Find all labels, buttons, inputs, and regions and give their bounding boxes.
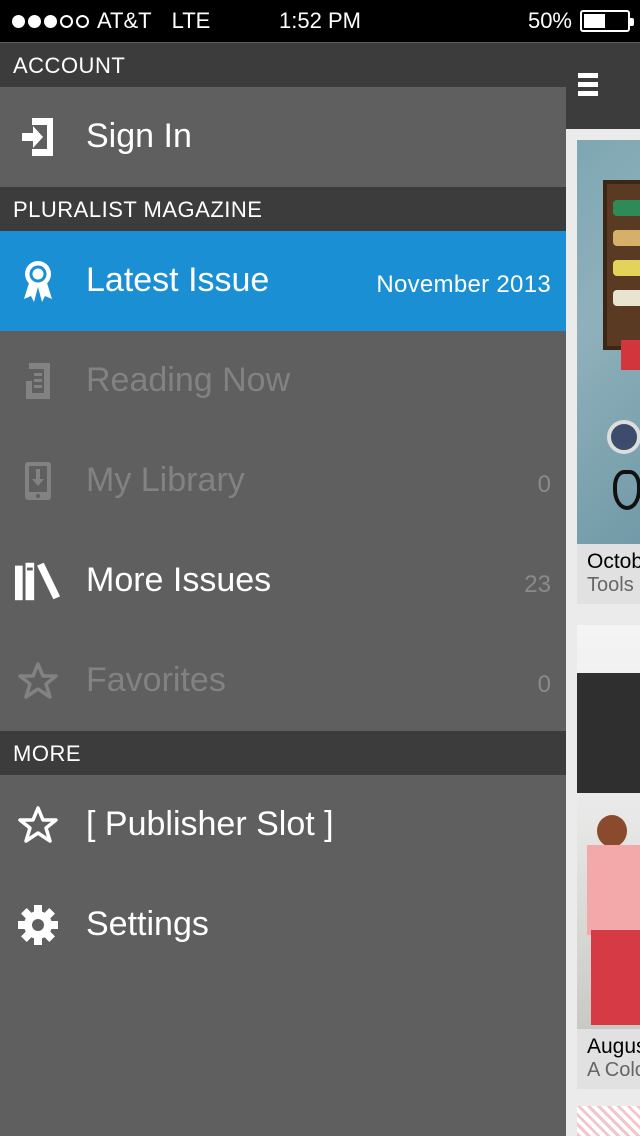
menu-item-label: Reading Now	[86, 361, 291, 399]
menu-item-more-issues[interactable]: More Issues 23	[0, 531, 566, 631]
latest-issue-date: November 2013	[376, 271, 551, 298]
issue-subtitle: A Colo	[587, 1059, 640, 1081]
issue-title: Octob	[587, 550, 640, 573]
menu-item-label: Favorites	[86, 661, 226, 699]
ribbon-award-icon	[14, 259, 62, 303]
menu-item-publisher-slot[interactable]: [ Publisher Slot ]	[0, 775, 566, 875]
section-header-magazine: PLURALIST MAGAZINE	[0, 187, 566, 231]
menu-item-label: Settings	[86, 905, 209, 943]
favorites-count: 0	[537, 671, 551, 698]
issue-caption: Octob Tools	[577, 544, 640, 604]
battery-icon	[580, 10, 634, 32]
device-download-icon	[14, 459, 62, 503]
content-pane[interactable]: Octob Tools Augus A Colo	[566, 43, 640, 1136]
issue-caption: Augus A Colo	[577, 1029, 640, 1089]
menu-item-label: More Issues	[86, 561, 272, 599]
menu-item-reading-now[interactable]: Reading Now	[0, 331, 566, 431]
issue-title: Augus	[587, 1035, 640, 1058]
gear-icon	[14, 903, 62, 947]
menu-item-label: My Library	[86, 461, 245, 499]
menu-item-my-library[interactable]: My Library 0	[0, 431, 566, 531]
menu-item-favorites[interactable]: Favorites 0	[0, 631, 566, 731]
battery-status: 50%	[527, 8, 634, 34]
section-header-account: ACCOUNT	[0, 43, 566, 87]
issue-cover-image	[577, 140, 640, 544]
sign-in-icon	[14, 115, 62, 159]
my-library-count: 0	[537, 471, 551, 498]
section-header-more: MORE	[0, 731, 566, 775]
menu-item-sign-in[interactable]: Sign In	[0, 87, 566, 187]
star-outline-icon	[14, 659, 62, 703]
menu-item-settings[interactable]: Settings	[0, 875, 566, 975]
menu-item-latest-issue[interactable]: Latest Issue November 2013	[0, 231, 566, 331]
star-outline-icon	[14, 803, 62, 847]
issue-subtitle: Tools	[587, 574, 634, 596]
more-issues-count: 23	[524, 571, 551, 598]
hamburger-menu-icon[interactable]	[578, 73, 598, 100]
issue-cover-image	[577, 625, 640, 1029]
books-icon	[14, 559, 62, 603]
issue-card[interactable]	[577, 1106, 640, 1136]
status-bar: AT&T LTE 1:52 PM 50%	[0, 0, 640, 42]
issue-card[interactable]: Augus A Colo	[577, 625, 640, 1089]
issue-card[interactable]: Octob Tools	[577, 140, 640, 604]
menu-item-label: Latest Issue	[86, 261, 270, 299]
menu-item-label: [ Publisher Slot ]	[86, 805, 334, 843]
menu-item-label: Sign In	[86, 117, 192, 155]
document-icon	[14, 359, 62, 403]
battery-percent: 50%	[527, 8, 572, 33]
side-menu: ACCOUNT Sign In PLURALIST MAGAZINE Lates…	[0, 43, 566, 1136]
content-topbar	[566, 43, 640, 129]
